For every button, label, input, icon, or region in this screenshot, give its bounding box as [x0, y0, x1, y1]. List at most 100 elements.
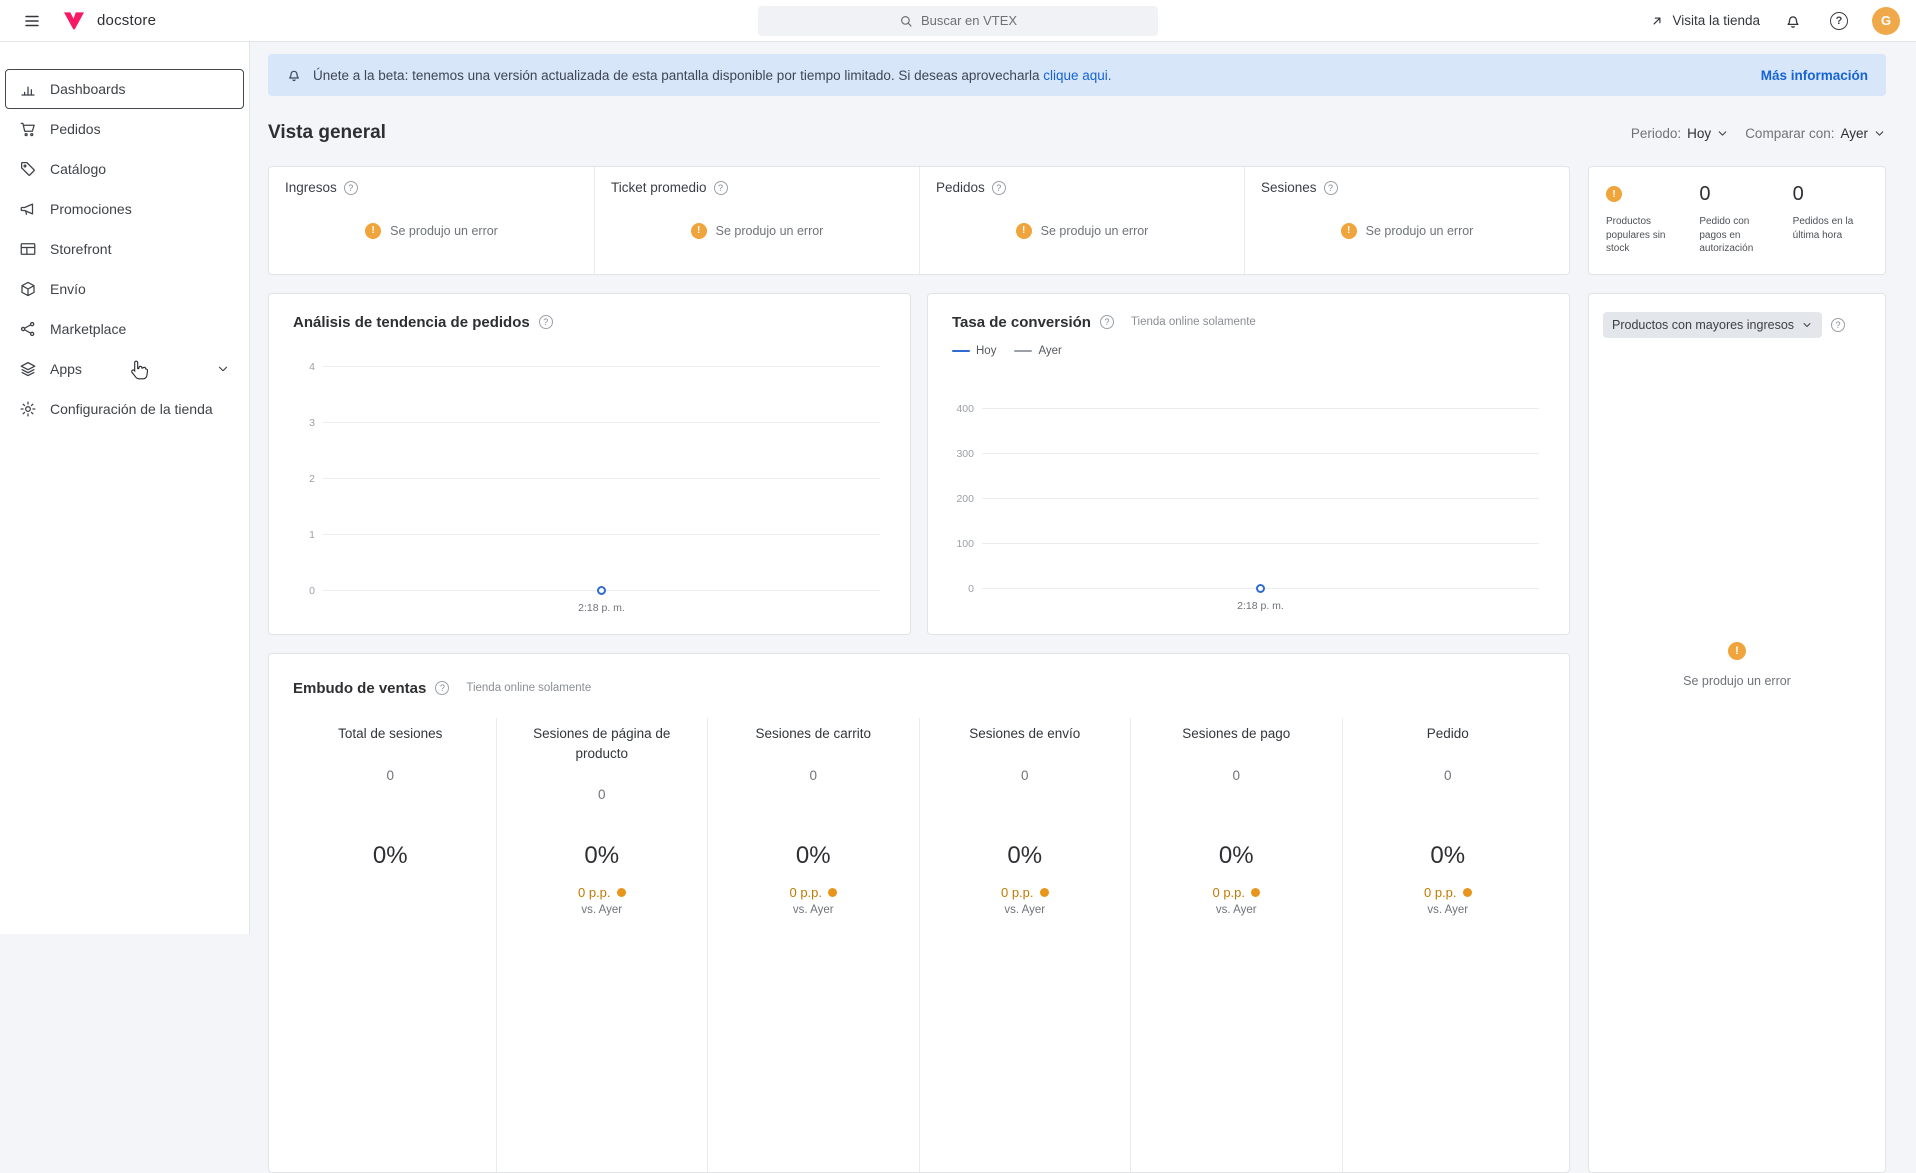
sidebar: Dashboards Pedidos Catálogo Promociones … [0, 42, 250, 934]
page-title: Vista general [268, 122, 386, 144]
gridline: 100 [982, 543, 1539, 544]
compare-label: Comparar con: [1745, 126, 1834, 141]
funnel-col-pct: 0% [1357, 842, 1540, 870]
more-info-link[interactable]: Más información [1761, 68, 1868, 83]
brand: docstore [62, 9, 156, 33]
quick-stat-orders-authorization: 0 Pedido con pagos en autorización [1690, 181, 1783, 260]
sidebar-item-storefront[interactable]: Storefront [5, 229, 244, 269]
chart-note: Tienda online solamente [1131, 316, 1256, 328]
help-icon[interactable]: ? [1324, 181, 1338, 195]
x-tick: 2:18 p. m. [1237, 600, 1284, 612]
storefront-icon [19, 240, 37, 258]
help-icon[interactable]: ? [1100, 315, 1114, 329]
top-products-error: ! Se produjo un error [1589, 642, 1885, 688]
y-tick: 3 [287, 417, 315, 429]
menu-icon[interactable] [16, 5, 48, 37]
main-content: Únete a la beta: tenemos una versión act… [250, 42, 1916, 1173]
funnel-col-pct: 0% [299, 842, 482, 870]
funnel-col-vs: vs. Ayer [1357, 904, 1540, 916]
funnel-col-delta: 0 p.p. [511, 884, 694, 900]
warning-dot-icon [617, 888, 626, 897]
visit-store-label: Visita la tienda [1672, 13, 1760, 28]
error-text: Se produjo un error [716, 224, 824, 238]
y-tick: 2 [287, 473, 315, 485]
avatar[interactable]: G [1872, 7, 1900, 35]
funnel-col-title: Sesiones de página de producto [511, 724, 694, 763]
compare-select[interactable]: Comparar con: Ayer [1745, 126, 1886, 141]
funnel-col-sesiones-pago: Sesiones de pago 0 0% 0 p.p. vs. Ayer [1130, 718, 1342, 1172]
search-icon [899, 14, 913, 28]
legend-item-yesterday: Ayer [1014, 345, 1061, 357]
chart-title: Tasa de conversión [952, 314, 1091, 331]
conversion-rate-card: Tasa de conversión ? Tienda online solam… [927, 293, 1570, 635]
banner-link[interactable]: clique aqui. [1043, 68, 1111, 83]
top-products-select[interactable]: Productos con mayores ingresos [1603, 312, 1822, 338]
sidebar-item-apps[interactable]: Apps [5, 349, 244, 389]
top-products-card: Productos con mayores ingresos ? ! Se pr… [1588, 293, 1886, 1173]
warning-dot-icon [1251, 888, 1260, 897]
warning-icon: ! [365, 223, 381, 239]
error-text: Se produjo un error [1683, 674, 1791, 688]
charts-row: Análisis de tendencia de pedidos ? 4 3 2… [268, 293, 1570, 635]
quick-stat-value: 0 [1793, 183, 1804, 206]
warning-icon: ! [1606, 186, 1622, 202]
sidebar-item-label: Catálogo [50, 161, 106, 177]
account-name: docstore [97, 12, 156, 29]
warning-icon: ! [1016, 223, 1032, 239]
funnel-col-delta: 0 p.p. [1145, 884, 1328, 900]
vtex-logo-icon [62, 9, 86, 33]
quick-stat-popular-products: ! Productos populares sin stock [1597, 181, 1690, 260]
help-icon[interactable]: ? [992, 181, 1006, 195]
chart-legend: Hoy Ayer [952, 344, 1545, 358]
warning-icon: ! [1341, 223, 1357, 239]
metric-card-ticket-promedio: Ticket promedio? !Se produjo un error [594, 167, 919, 274]
dashboard-icon [19, 80, 37, 98]
page-header: Vista general Periodo: Hoy Comparar con:… [268, 118, 1886, 148]
topbar-actions: Visita la tienda ? G [1650, 7, 1900, 35]
help-icon[interactable]: ? [714, 181, 728, 195]
gridline: 200 [982, 498, 1539, 499]
funnel-col-sesiones-carrito: Sesiones de carrito 0 0% 0 p.p. vs. Ayer [707, 718, 919, 1172]
funnel-col-title: Sesiones de pago [1145, 724, 1328, 744]
metric-card-sesiones: Sesiones? !Se produjo un error [1244, 167, 1569, 274]
help-icon[interactable]: ? [344, 181, 358, 195]
warning-icon: ! [691, 223, 707, 239]
funnel-col-count: 0 [1357, 768, 1540, 783]
help-icon[interactable]: ? [1831, 318, 1845, 332]
y-tick: 0 [946, 583, 974, 595]
funnel-col-delta: 0 p.p. [722, 884, 905, 900]
metric-card-ingresos: Ingresos? !Se produjo un error [269, 167, 594, 274]
error-text: Se produjo un error [1366, 224, 1474, 238]
y-tick: 400 [946, 403, 974, 415]
sidebar-item-dashboards[interactable]: Dashboards [5, 69, 244, 109]
sidebar-item-marketplace[interactable]: Marketplace [5, 309, 244, 349]
funnel-col-total-sesiones: Total de sesiones 0 0% [285, 718, 496, 1172]
help-button[interactable]: ? [1826, 8, 1852, 34]
sidebar-item-pedidos[interactable]: Pedidos [5, 109, 244, 149]
period-select[interactable]: Periodo: Hoy [1631, 126, 1729, 141]
period-label: Periodo: [1631, 126, 1681, 141]
beta-banner: Únete a la beta: tenemos una versión act… [268, 54, 1886, 96]
help-icon[interactable]: ? [539, 315, 553, 329]
sidebar-item-catalogo[interactable]: Catálogo [5, 149, 244, 189]
megaphone-icon [19, 200, 37, 218]
help-icon[interactable]: ? [435, 681, 449, 695]
quick-stat-label: Pedido con pagos en autorización [1699, 215, 1774, 256]
sidebar-item-label: Pedidos [50, 121, 101, 137]
sidebar-item-promociones[interactable]: Promociones [5, 189, 244, 229]
funnel-col-count: 0 [299, 768, 482, 783]
warning-dot-icon [1463, 888, 1472, 897]
notifications-button[interactable] [1780, 8, 1806, 34]
visit-store-button[interactable]: Visita la tienda [1650, 13, 1760, 28]
y-tick: 4 [287, 361, 315, 373]
sidebar-item-label: Promociones [50, 201, 132, 217]
funnel-title: Embudo de ventas [293, 680, 426, 697]
chevron-down-icon [1873, 127, 1886, 140]
sidebar-item-configuracion[interactable]: Configuración de la tienda [5, 389, 244, 429]
funnel-col-pct: 0% [511, 842, 694, 870]
sidebar-item-envio[interactable]: Envío [5, 269, 244, 309]
funnel-col-count: 0 [1145, 768, 1328, 783]
funnel-col-pedido: Pedido 0 0% 0 p.p. vs. Ayer [1342, 718, 1554, 1172]
global-search[interactable]: Buscar en VTEX [758, 6, 1158, 36]
gridline: 1 [323, 534, 880, 535]
